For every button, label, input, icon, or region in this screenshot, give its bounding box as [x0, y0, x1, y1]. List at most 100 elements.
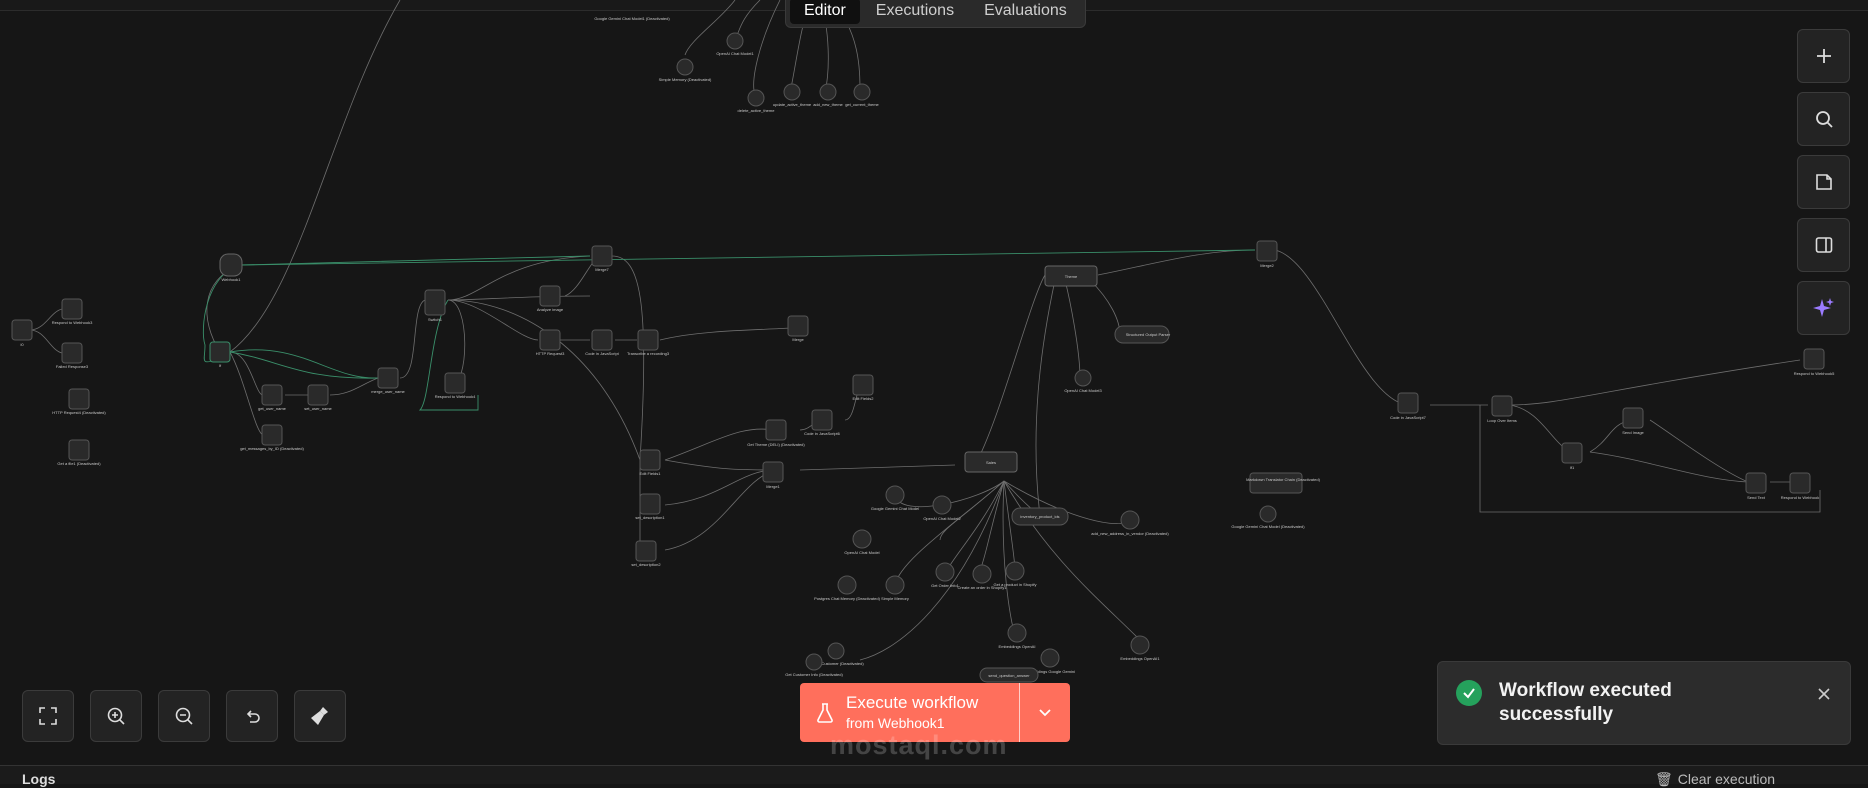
- node-openai-chat2[interactable]: OpenAI Chat Model2: [923, 495, 961, 521]
- node-merge1[interactable]: Merge1: [762, 461, 784, 489]
- svg-text:If: If: [219, 363, 222, 368]
- node-trigger[interactable]: i0: [11, 319, 33, 347]
- node-http-request4[interactable]: HTTP Request4 (Deactivated): [52, 388, 106, 415]
- node-markdown-translator[interactable]: Markdown Translator Chain (Deactivated): [1246, 472, 1321, 494]
- undo-icon: [246, 710, 260, 723]
- svg-text:inventory_product_ids: inventory_product_ids: [1020, 514, 1059, 519]
- panel-right-icon: [1815, 237, 1832, 253]
- node-postgres-memory[interactable]: Postgres Chat Memory (Deactivated): [814, 575, 881, 601]
- node-openai-chat[interactable]: OpenAI Chat Model: [844, 529, 880, 555]
- node-get-file1[interactable]: Get a file1 (Deactivated): [57, 439, 101, 466]
- node-webhook1[interactable]: Webhook1: [219, 253, 243, 282]
- node-embeddings-openai[interactable]: Embeddings OpenAI: [999, 623, 1036, 649]
- workflow-canvas[interactable]: i0 Respond to Webhook3 Failed Response3 …: [0, 0, 1868, 765]
- node-respond-webhook4[interactable]: Respond to Webhook4: [435, 372, 476, 399]
- node-openai-chat1-top[interactable]: OpenAI Chat Model1: [716, 32, 754, 56]
- node-merge2[interactable]: Merge2: [1256, 240, 1278, 268]
- node-merge[interactable]: Merge: [787, 315, 809, 342]
- node-get-theme[interactable]: Get Theme (DELI) (Deactivated): [747, 419, 805, 447]
- tab-executions[interactable]: Executions: [862, 0, 968, 24]
- node-sales-agent[interactable]: Sales: [964, 451, 1018, 473]
- node-set-description1[interactable]: set_description1: [635, 493, 665, 520]
- clear-execution-label: Clear execution: [1677, 771, 1776, 787]
- node-respond-webhook3[interactable]: Respond to Webhook3: [52, 298, 93, 325]
- execute-options-button[interactable]: [1020, 683, 1070, 742]
- svg-text:Simple Memory: Simple Memory: [881, 596, 909, 601]
- svg-text:Webhook1: Webhook1: [221, 277, 241, 282]
- success-toast: Workflow executed successfully: [1437, 661, 1851, 745]
- tab-evaluations[interactable]: Evaluations: [970, 0, 1081, 24]
- node-transcribe[interactable]: Transcribe a recording3: [627, 329, 670, 356]
- node-send-image[interactable]: Send Image: [1622, 407, 1645, 435]
- node-add-new-address[interactable]: add_new_address_in_vendor (Deactivated): [1091, 510, 1169, 536]
- node-edit-fields1[interactable]: Edit Fields1: [639, 449, 662, 476]
- node-loop-over-items[interactable]: Loop Over Items: [1487, 395, 1517, 423]
- node-gemini-chat[interactable]: Google Gemini Chat Model: [871, 485, 919, 511]
- node-simple-memory-top[interactable]: Simple Memory (Deactivated): [659, 58, 712, 82]
- node-merge-user-name[interactable]: merge_user_name: [371, 367, 406, 394]
- node-openai-chat3[interactable]: OpenAI Chat Model3: [1064, 369, 1102, 393]
- svg-text:Edit Fields2: Edit Fields2: [853, 396, 875, 401]
- node-simple-memory[interactable]: Simple Memory: [881, 575, 909, 601]
- node-gemini-chat1-top[interactable]: Google Gemini Chat Model1 (Deactivated): [594, 16, 670, 21]
- node-send-question-answer[interactable]: send_question_answer: [979, 667, 1039, 683]
- node-code-js6[interactable]: Code in JavaScript6: [804, 409, 841, 436]
- trash-icon: 🗑: [1655, 771, 1673, 787]
- node-if[interactable]: If: [209, 341, 231, 368]
- node-get-order-info[interactable]: Get Order Info1: [931, 562, 960, 588]
- node-add-new-theme[interactable]: add_new_theme: [813, 83, 844, 107]
- node-if1[interactable]: If1: [1561, 442, 1583, 470]
- node-analyze-image[interactable]: Analyze image: [537, 285, 564, 312]
- node-failed-response3[interactable]: Failed Response3: [56, 342, 89, 369]
- node-embeddings-openai1[interactable]: Embeddings OpenAI1: [1120, 635, 1160, 661]
- reset-zoom-button[interactable]: [226, 690, 278, 742]
- svg-text:Get Theme (DELI) (Deactivated): Get Theme (DELI) (Deactivated): [747, 442, 805, 447]
- svg-text:Theme: Theme: [1065, 274, 1078, 279]
- node-update-active-theme[interactable]: update_active_theme: [773, 83, 812, 107]
- svg-text:Get Order Info1: Get Order Info1: [931, 583, 960, 588]
- zoom-out-button[interactable]: [158, 690, 210, 742]
- node-edit-fields2[interactable]: Edit Fields2: [852, 374, 875, 401]
- zoom-in-button[interactable]: [90, 690, 142, 742]
- svg-text:set_description2: set_description2: [631, 562, 661, 567]
- svg-text:Respond to Webhook5: Respond to Webhook5: [1794, 371, 1835, 376]
- svg-text:Code in JavaScript: Code in JavaScript: [585, 351, 619, 356]
- toast-close-button[interactable]: [1814, 684, 1834, 704]
- node-inventory-product-ids[interactable]: inventory_product_ids: [1011, 507, 1069, 526]
- node-structured-output-parser[interactable]: Structured Output Parser: [1114, 325, 1171, 344]
- node-set-user-name[interactable]: set_user_name: [304, 384, 333, 411]
- node-set-description2[interactable]: set_description2: [631, 540, 661, 567]
- svg-text:Code in JavaScript6: Code in JavaScript6: [804, 431, 841, 436]
- node-http-request3[interactable]: HTTP Request3: [536, 329, 565, 356]
- search-nodes-button[interactable]: [1797, 92, 1850, 146]
- toggle-panel-button[interactable]: [1797, 218, 1850, 272]
- close-icon: [1818, 688, 1830, 700]
- node-get-messages[interactable]: get_messages_by_ID (Deactivated): [240, 424, 304, 451]
- node-gemini-chat-deactivated[interactable]: Google Gemini Chat Model (Deactivated): [1231, 505, 1305, 529]
- node-merge7[interactable]: Merge7: [591, 245, 613, 272]
- ai-assistant-button[interactable]: [1797, 281, 1850, 335]
- svg-text:Send Image: Send Image: [1622, 430, 1644, 435]
- node-get-product-shopify[interactable]: Get a product in Shopify: [994, 561, 1037, 587]
- node-get-current-theme[interactable]: get_current_theme: [845, 83, 880, 107]
- add-node-button[interactable]: [1797, 29, 1850, 83]
- node-code-js[interactable]: Code in JavaScript: [585, 329, 620, 356]
- node-switch1[interactable]: Switch1: [424, 289, 446, 322]
- tidy-up-button[interactable]: [294, 690, 346, 742]
- fit-view-button[interactable]: [22, 690, 74, 742]
- svg-text:Embeddings OpenAI: Embeddings OpenAI: [999, 644, 1036, 649]
- node-get-user-name[interactable]: get_user_name: [258, 384, 287, 411]
- node-respond-webhook5[interactable]: Respond to Webhook5: [1794, 348, 1835, 376]
- node-theme-agent[interactable]: Theme: [1044, 265, 1098, 287]
- clear-execution-button[interactable]: 🗑 Clear execution: [1655, 771, 1775, 788]
- node-send-text[interactable]: Send Text: [1745, 472, 1767, 500]
- node-respond-webhook[interactable]: Respond to Webhook: [1781, 472, 1819, 500]
- logs-panel-header[interactable]: Logs 🗑 Clear execution: [0, 765, 1868, 787]
- tab-editor[interactable]: Editor: [790, 0, 860, 24]
- node-code-js7[interactable]: Code in JavaScript7: [1390, 392, 1427, 420]
- add-sticky-note-button[interactable]: [1797, 155, 1850, 209]
- node-delete-active-theme[interactable]: delete_active_theme: [738, 89, 776, 113]
- svg-text:merge_user_name: merge_user_name: [371, 389, 405, 394]
- mode-tabs: Editor Executions Evaluations: [785, 0, 1086, 28]
- svg-text:set_user_name: set_user_name: [304, 406, 332, 411]
